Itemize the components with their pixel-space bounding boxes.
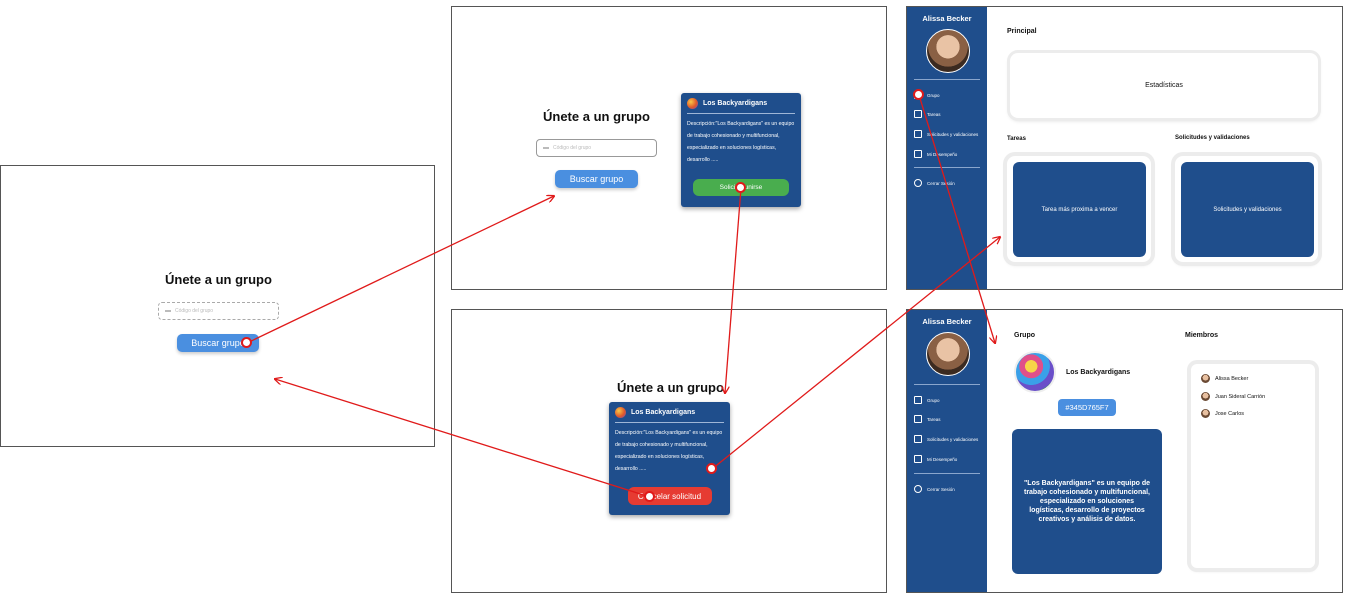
tap-marker bbox=[644, 491, 655, 502]
page-title: Únete a un grupo bbox=[165, 272, 272, 287]
sidebar-item-label: Tareas bbox=[927, 416, 941, 422]
cancel-request-button[interactable]: Cancelar solicitud bbox=[627, 487, 712, 505]
sidebar-item-label: Cerrar Sesión bbox=[927, 486, 955, 492]
list-item[interactable]: Alissa Becker bbox=[1201, 374, 1248, 383]
principal-heading: Principal bbox=[1007, 28, 1037, 35]
group-description: Descripción:"Los Backyardigans" es un eq… bbox=[687, 118, 795, 166]
tap-marker bbox=[735, 182, 746, 193]
sidebar-item-logout[interactable]: Cerrar Sesión bbox=[914, 179, 955, 187]
card-header: Los Backyardigans bbox=[687, 98, 795, 114]
sidebar-item-label: Solicitudes y validaciones bbox=[927, 131, 979, 137]
avatar bbox=[1201, 392, 1210, 401]
sidebar-item-label: Grupo bbox=[927, 397, 940, 403]
sidebar: Alissa Becker Grupo Tareas Solicitudes y… bbox=[907, 7, 987, 289]
sidebar-item-logout[interactable]: Cerrar Sesión bbox=[914, 485, 955, 493]
member-name: Alissa Becker bbox=[1215, 375, 1249, 382]
description-label: Descripción: bbox=[615, 430, 644, 436]
member-name: Juan Sideral Carrión bbox=[1215, 393, 1266, 400]
document-icon bbox=[914, 110, 922, 118]
tasks-heading: Tareas bbox=[1007, 136, 1026, 142]
stats-label: Estadísticas bbox=[1145, 82, 1183, 89]
group-heading: Grupo bbox=[1014, 332, 1035, 339]
avatar bbox=[1201, 374, 1210, 383]
join-group-screen: Únete a un grupo Código del grupo Buscar… bbox=[0, 165, 435, 447]
tap-marker bbox=[706, 463, 717, 474]
group-code-badge: #345D765F7 bbox=[1058, 399, 1116, 416]
avatar bbox=[926, 29, 970, 73]
sidebar-item-label: Cerrar Sesión bbox=[927, 180, 955, 186]
group-avatar bbox=[687, 98, 698, 109]
group-screen: Alissa Becker Grupo Tareas Solicitudes y… bbox=[906, 309, 1343, 593]
key-icon bbox=[543, 147, 549, 149]
user-name: Alissa Becker bbox=[922, 14, 972, 23]
divider bbox=[914, 473, 980, 474]
member-name: Jose Carlos bbox=[1215, 410, 1245, 417]
description-text: "Los Backyardigans" es un equipo de trab… bbox=[687, 121, 795, 163]
avatar bbox=[1201, 409, 1210, 418]
group-name: Los Backyardigans bbox=[1066, 369, 1131, 376]
tap-marker bbox=[241, 337, 252, 348]
group-code-input[interactable]: Código del grupo bbox=[536, 139, 657, 157]
members-heading: Miembros bbox=[1185, 332, 1219, 339]
page-title: Únete a un grupo bbox=[617, 380, 724, 395]
sidebar-item-label: Tareas bbox=[927, 111, 941, 117]
chart-icon bbox=[914, 150, 922, 158]
group-code-placeholder: Código del grupo bbox=[175, 308, 214, 314]
close-circle-icon bbox=[914, 179, 922, 187]
dashboard-screen: Alissa Becker Grupo Tareas Solicitudes y… bbox=[906, 6, 1343, 290]
list-item[interactable]: Juan Sideral Carrión bbox=[1201, 392, 1265, 401]
sidebar-item-performance[interactable]: Mi Desempeño bbox=[914, 455, 957, 463]
sidebar-item-tasks[interactable]: Tareas bbox=[914, 110, 941, 118]
join-group-requested-screen: Únete a un grupo Los Backyardigans Descr… bbox=[451, 309, 887, 593]
group-icon bbox=[914, 396, 922, 404]
requests-heading: Solicitudes y validaciones bbox=[1175, 135, 1250, 141]
description-label: Descripción: bbox=[687, 121, 716, 127]
card-header: Los Backyardigans bbox=[615, 407, 724, 423]
requests-tile[interactable]: Solicitudes y validaciones bbox=[1181, 162, 1314, 257]
sidebar-item-requests[interactable]: Solicitudes y validaciones bbox=[914, 130, 978, 138]
document-icon bbox=[914, 415, 922, 423]
sidebar-item-performance[interactable]: Mi Desempeño bbox=[914, 150, 957, 158]
sidebar-item-tasks[interactable]: Tareas bbox=[914, 415, 941, 423]
chart-icon bbox=[914, 455, 922, 463]
close-circle-icon bbox=[914, 485, 922, 493]
search-group-button[interactable]: Buscar grupo bbox=[555, 170, 638, 188]
stats-panel[interactable]: Estadísticas bbox=[1010, 53, 1318, 118]
key-icon bbox=[165, 310, 171, 312]
group-logo bbox=[1014, 351, 1056, 393]
avatar bbox=[926, 332, 970, 376]
group-code-placeholder: Código del grupo bbox=[553, 145, 592, 151]
group-result-card: Los Backyardigans Descripción:"Los Backy… bbox=[609, 402, 730, 515]
page-title: Únete a un grupo bbox=[543, 109, 650, 124]
group-code-input[interactable]: Código del grupo bbox=[158, 302, 279, 320]
list-item[interactable]: Jose Carlos bbox=[1201, 409, 1244, 418]
group-name: Los Backyardigans bbox=[703, 100, 768, 107]
sidebar-item-group[interactable]: Grupo bbox=[914, 396, 940, 404]
sidebar-item-label: Mi Desempeño bbox=[927, 151, 958, 157]
sidebar-item-label: Grupo bbox=[927, 92, 940, 98]
sidebar-item-label: Solicitudes y validaciones bbox=[927, 436, 979, 442]
divider bbox=[914, 167, 980, 168]
sidebar-item-requests[interactable]: Solicitudes y validaciones bbox=[914, 435, 978, 443]
mail-icon bbox=[914, 130, 922, 138]
sidebar-item-label: Mi Desempeño bbox=[927, 456, 958, 462]
group-avatar bbox=[615, 407, 626, 418]
mail-icon bbox=[914, 435, 922, 443]
user-name: Alissa Becker bbox=[922, 317, 972, 326]
next-task-tile[interactable]: Tarea más proxima a vencer bbox=[1013, 162, 1146, 257]
divider bbox=[914, 384, 980, 385]
divider bbox=[914, 79, 980, 80]
group-description-tile: "Los Backyardigans" es un equipo de trab… bbox=[1012, 429, 1162, 574]
tap-marker bbox=[913, 89, 924, 100]
flow-diagram: Únete a un grupo Código del grupo Buscar… bbox=[0, 0, 1345, 600]
sidebar: Alissa Becker Grupo Tareas Solicitudes y… bbox=[907, 310, 987, 592]
join-group-result-screen: Únete a un grupo Código del grupo Buscar… bbox=[451, 6, 887, 290]
members-list: Alissa Becker Juan Sideral Carrión Jose … bbox=[1191, 364, 1315, 568]
group-name: Los Backyardigans bbox=[631, 409, 696, 416]
